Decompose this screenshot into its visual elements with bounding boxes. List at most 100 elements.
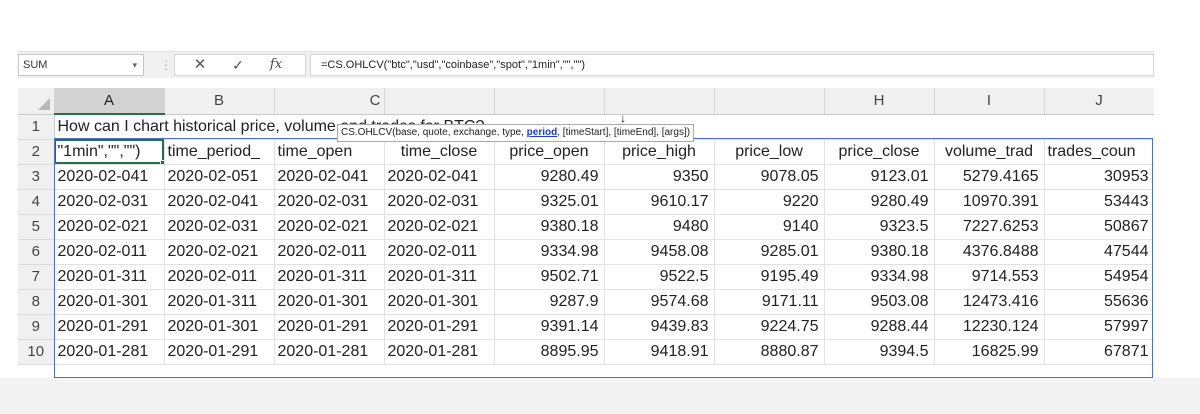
header-cell[interactable]: volume_trad <box>934 139 1045 165</box>
date-cell[interactable]: 2020-02-051 <box>164 164 275 190</box>
date-cell[interactable]: 2020-02-011 <box>274 239 385 265</box>
number-cell[interactable]: 9171.11 <box>714 289 825 315</box>
row-header[interactable]: 8 <box>18 289 55 315</box>
cancel-icon[interactable]: ✕ <box>185 55 215 75</box>
date-cell[interactable]: 2020-01-281 <box>274 339 385 365</box>
number-cell[interactable]: 9280.49 <box>494 164 605 190</box>
number-cell[interactable]: 50867 <box>1044 214 1154 240</box>
number-cell[interactable]: 53443 <box>1044 189 1154 215</box>
date-cell[interactable]: 2020-02-041 <box>384 164 495 190</box>
header-cell[interactable]: price_close <box>824 139 935 165</box>
date-cell[interactable]: 2020-01-311 <box>54 264 165 290</box>
date-cell[interactable]: 2020-02-021 <box>54 214 165 240</box>
number-cell[interactable]: 9334.98 <box>824 264 935 290</box>
number-cell[interactable]: 54954 <box>1044 264 1154 290</box>
number-cell[interactable]: 9502.71 <box>494 264 605 290</box>
number-cell[interactable]: 9714.553 <box>934 264 1045 290</box>
checkmark-icon[interactable]: ✓ <box>223 55 253 75</box>
number-cell[interactable]: 9418.91 <box>604 339 715 365</box>
number-cell[interactable]: 9610.17 <box>604 189 715 215</box>
date-cell[interactable]: 2020-01-291 <box>164 339 275 365</box>
row-header[interactable]: 6 <box>18 239 55 265</box>
date-cell[interactable]: 2020-02-031 <box>164 214 275 240</box>
number-cell[interactable]: 9458.08 <box>604 239 715 265</box>
column-header-i[interactable]: I <box>934 88 1045 115</box>
column-header-hidden-4[interactable] <box>714 88 825 115</box>
chevron-down-icon[interactable]: ▾ <box>132 55 137 75</box>
number-cell[interactable]: 57997 <box>1044 314 1154 340</box>
row-header[interactable]: 1 <box>18 114 55 140</box>
row-header[interactable]: 7 <box>18 264 55 290</box>
date-cell[interactable]: 2020-02-031 <box>274 189 385 215</box>
date-cell[interactable]: 2020-01-311 <box>164 289 275 315</box>
header-cell[interactable]: price_high <box>604 139 715 165</box>
vertical-dots-icon[interactable]: ⋮ <box>160 56 172 74</box>
date-cell[interactable]: 2020-02-041 <box>164 189 275 215</box>
number-cell[interactable]: 10970.391 <box>934 189 1045 215</box>
number-cell[interactable]: 9224.75 <box>714 314 825 340</box>
name-box[interactable]: SUM ▾ <box>18 54 144 76</box>
date-cell[interactable]: 2020-02-011 <box>54 239 165 265</box>
date-cell[interactable]: 2020-02-041 <box>54 164 165 190</box>
date-cell[interactable]: 2020-01-291 <box>274 314 385 340</box>
number-cell[interactable]: 5279.4165 <box>934 164 1045 190</box>
number-cell[interactable]: 9522.5 <box>604 264 715 290</box>
number-cell[interactable]: 9325.01 <box>494 189 605 215</box>
date-cell[interactable]: 2020-01-311 <box>274 264 385 290</box>
column-header-j[interactable]: J <box>1044 88 1154 115</box>
date-cell[interactable]: 2020-01-301 <box>164 314 275 340</box>
insert-function-icon[interactable]: fx <box>261 55 291 75</box>
date-cell[interactable]: 2020-02-021 <box>164 239 275 265</box>
row-header[interactable]: 3 <box>18 164 55 190</box>
row-header[interactable]: 4 <box>18 189 55 215</box>
header-cell[interactable]: time_open <box>274 139 385 165</box>
number-cell[interactable]: 9439.83 <box>604 314 715 340</box>
date-cell[interactable]: 2020-01-301 <box>384 289 495 315</box>
date-cell[interactable]: 2020-02-031 <box>384 189 495 215</box>
tooltip-current-arg-link[interactable]: period <box>527 127 558 138</box>
number-cell[interactable]: 9140 <box>714 214 825 240</box>
date-cell[interactable]: 2020-02-011 <box>384 239 495 265</box>
date-cell[interactable]: 2020-01-281 <box>384 339 495 365</box>
number-cell[interactable]: 9480 <box>604 214 715 240</box>
column-header-hidden-2[interactable] <box>494 88 605 115</box>
number-cell[interactable]: 9503.08 <box>824 289 935 315</box>
date-cell[interactable]: 2020-01-291 <box>54 314 165 340</box>
number-cell[interactable]: 9288.44 <box>824 314 935 340</box>
number-cell[interactable]: 7227.6253 <box>934 214 1045 240</box>
number-cell[interactable]: 4376.8488 <box>934 239 1045 265</box>
formula-input[interactable]: =CS.OHLCV("btc","usd","coinbase","spot",… <box>310 54 1154 76</box>
number-cell[interactable]: 9078.05 <box>714 164 825 190</box>
number-cell[interactable]: 30953 <box>1044 164 1154 190</box>
number-cell[interactable]: 47544 <box>1044 239 1154 265</box>
number-cell[interactable]: 9287.9 <box>494 289 605 315</box>
select-all-corner[interactable] <box>18 88 55 115</box>
number-cell[interactable]: 9394.5 <box>824 339 935 365</box>
active-cell[interactable]: "1min","","") <box>54 139 165 165</box>
date-cell[interactable]: 2020-01-281 <box>54 339 165 365</box>
date-cell[interactable]: 2020-02-041 <box>274 164 385 190</box>
row-header[interactable]: 9 <box>18 314 55 340</box>
number-cell[interactable]: 9280.49 <box>824 189 935 215</box>
column-header-a[interactable]: A <box>54 88 165 115</box>
row-header[interactable]: 5 <box>18 214 55 240</box>
number-cell[interactable]: 8880.87 <box>714 339 825 365</box>
date-cell[interactable]: 2020-01-311 <box>384 264 495 290</box>
date-cell[interactable]: 2020-02-011 <box>164 264 275 290</box>
number-cell[interactable]: 9334.98 <box>494 239 605 265</box>
select-all-triangle-icon[interactable] <box>37 97 50 110</box>
date-cell[interactable]: 2020-01-291 <box>384 314 495 340</box>
number-cell[interactable]: 9574.68 <box>604 289 715 315</box>
number-cell[interactable]: 9350 <box>604 164 715 190</box>
number-cell[interactable]: 9380.18 <box>824 239 935 265</box>
column-header-b[interactable]: B <box>164 88 275 115</box>
number-cell[interactable]: 16825.99 <box>934 339 1045 365</box>
number-cell[interactable]: 9220 <box>714 189 825 215</box>
number-cell[interactable]: 12473.416 <box>934 289 1045 315</box>
date-cell[interactable]: 2020-02-031 <box>54 189 165 215</box>
date-cell[interactable]: 2020-02-021 <box>274 214 385 240</box>
date-cell[interactable]: 2020-02-021 <box>384 214 495 240</box>
number-cell[interactable]: 9380.18 <box>494 214 605 240</box>
header-cell[interactable]: time_close <box>384 139 495 165</box>
number-cell[interactable]: 67871 <box>1044 339 1154 365</box>
